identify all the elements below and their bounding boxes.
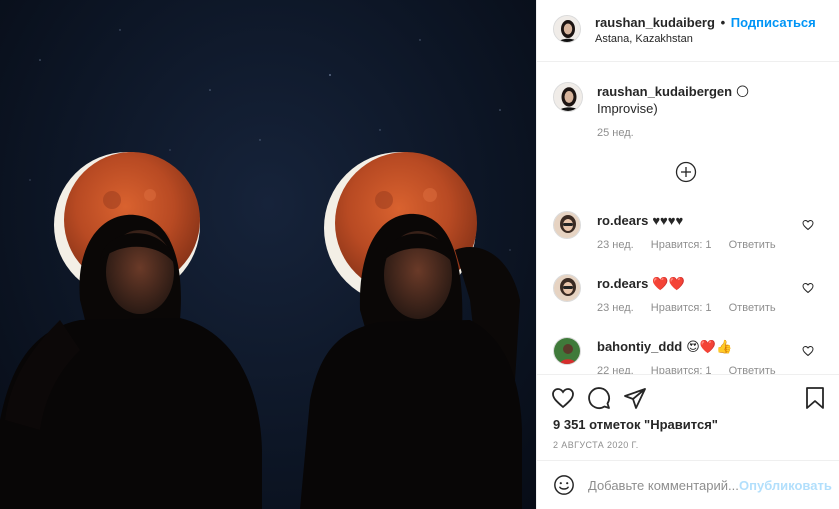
comment-time[interactable]: 23 нед. (597, 239, 634, 251)
heart-icon[interactable] (802, 345, 814, 357)
caption-username[interactable]: raushan_kudaibergen (597, 84, 732, 99)
comment-meta: 23 нед. Нравится: 1 Ответить (597, 302, 790, 314)
heart-icon[interactable] (802, 282, 814, 294)
comment-item: bahontiy_ddd 😍❤️👍 22 нед. Нравится: 1 Отв… (537, 335, 839, 374)
publish-button[interactable]: Опубликовать (739, 478, 832, 493)
comment-time[interactable]: 23 нед. (597, 302, 634, 314)
author-avatar[interactable] (553, 15, 581, 43)
post-header: raushan_kudaiberg • Подписаться Astana, … (537, 0, 839, 62)
caption-time[interactable]: 25 нед. (597, 127, 634, 139)
comment-text: ♥♥♥♥ (652, 213, 684, 228)
caption-text: Improvise) (597, 101, 658, 116)
comment-time[interactable]: 22 нед. (597, 365, 634, 374)
comments-section[interactable]: raushan_kudaibergen 🌕 Improvise) 25 нед. (537, 63, 839, 374)
post-photo[interactable] (0, 0, 536, 509)
likes-count[interactable]: 9 351 отметок "Нравится" (553, 417, 718, 432)
post-date[interactable]: 2 АВГУСТА 2020 Г. (553, 440, 639, 450)
add-comment-bar: Опубликовать (537, 460, 839, 509)
photo-illustration (0, 29, 522, 509)
moon-emoji: 🌕 (735, 84, 750, 99)
comment-icon[interactable] (587, 386, 611, 410)
comment-username[interactable]: bahontiy_ddd (597, 339, 682, 354)
comment-likes[interactable]: Нравится: 1 (651, 302, 712, 314)
comment-meta: 22 нед. Нравится: 1 Ответить (597, 365, 790, 374)
caption-avatar[interactable] (553, 82, 583, 112)
comment-line: ro.dears ❤️❤️ (597, 276, 685, 292)
follow-button[interactable]: Подписаться (731, 15, 816, 30)
comment-likes[interactable]: Нравится: 1 (651, 239, 712, 251)
header-user-line: raushan_kudaiberg • Подписаться (595, 15, 816, 30)
share-icon[interactable] (623, 386, 647, 410)
separator-dot: • (720, 15, 726, 30)
heart-icon[interactable] (802, 219, 814, 231)
post-side-panel: raushan_kudaiberg • Подписаться Astana, … (536, 0, 839, 509)
heart-icon[interactable] (551, 386, 575, 410)
commenter-avatar[interactable] (553, 211, 581, 239)
reply-button[interactable]: Ответить (729, 239, 776, 251)
location-link[interactable]: Astana, Kazakhstan (595, 33, 693, 45)
comment-item: ro.dears ♥♥♥♥ 23 нед. Нравится: 1 Ответит… (537, 209, 839, 271)
caption-user-line: raushan_kudaibergen 🌕 (597, 84, 749, 100)
comment-likes[interactable]: Нравится: 1 (651, 365, 712, 374)
commenter-avatar[interactable] (553, 337, 581, 365)
comment-line: ro.dears ♥♥♥♥ (597, 213, 683, 228)
comment-username[interactable]: ro.dears (597, 276, 648, 291)
comment-input[interactable] (588, 475, 738, 495)
reply-button[interactable]: Ответить (729, 302, 776, 314)
bookmark-icon[interactable] (803, 386, 827, 410)
comment-line: bahontiy_ddd 😍❤️👍 (597, 339, 732, 355)
commenter-avatar[interactable] (553, 274, 581, 302)
author-username[interactable]: raushan_kudaiberg (595, 15, 715, 30)
comment-item: ro.dears ❤️❤️ 23 нед. Нравится: 1 Ответит… (537, 272, 839, 334)
plus-circle-icon[interactable] (675, 161, 697, 183)
post-actions: 9 351 отметок "Нравится" 2 АВГУСТА 2020 … (537, 374, 839, 458)
emoji-icon[interactable] (553, 474, 575, 496)
comment-meta: 23 нед. Нравится: 1 Ответить (597, 239, 790, 251)
reply-button[interactable]: Ответить (729, 365, 776, 374)
comment-text: 😍❤️👍 (686, 339, 733, 354)
comment-text: ❤️❤️ (652, 276, 685, 291)
comment-username[interactable]: ro.dears (597, 213, 648, 228)
person-left (0, 214, 262, 509)
